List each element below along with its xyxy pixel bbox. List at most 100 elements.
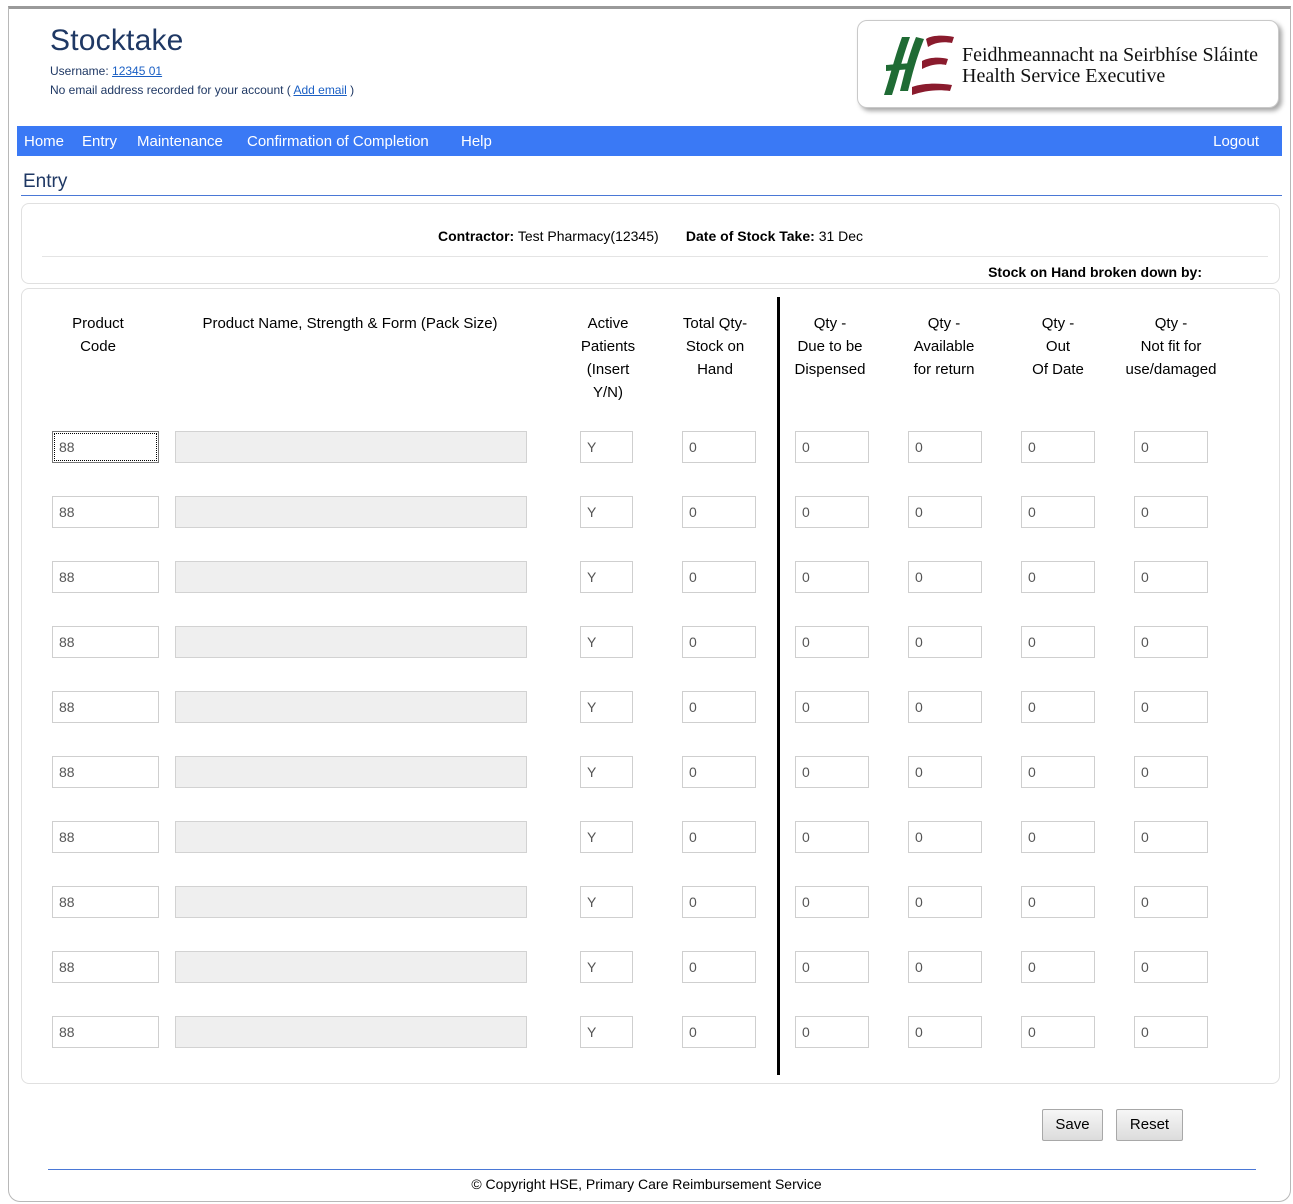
qty-not-fit-input[interactable]: 0 (1134, 886, 1208, 918)
qty-out-of-date-input[interactable]: 0 (1021, 626, 1095, 658)
qty-available-input[interactable]: 0 (908, 691, 982, 723)
active-patients-input[interactable]: Y (580, 561, 633, 593)
qty-due-input[interactable]: 0 (795, 821, 869, 853)
product-name-field (175, 431, 527, 463)
active-patients-input[interactable]: Y (580, 1016, 633, 1048)
column-header-line: (Insert (586, 361, 630, 378)
qty-due-input[interactable]: 0 (795, 496, 869, 528)
qty-not-fit-input[interactable]: 0 (1134, 431, 1208, 463)
product-code-input[interactable]: 88 (52, 821, 159, 853)
qty-due-input[interactable]: 0 (795, 951, 869, 983)
total-qty-input[interactable]: 0 (682, 1016, 756, 1048)
column-header-qty-out-of-date: Qty - Out Of Date (1010, 312, 1106, 381)
product-code-input[interactable]: 88 (52, 951, 159, 983)
qty-available-input[interactable]: 0 (908, 756, 982, 788)
total-qty-input[interactable]: 0 (682, 951, 756, 983)
qty-due-input[interactable]: 0 (795, 431, 869, 463)
total-qty-input[interactable]: 0 (682, 626, 756, 658)
qty-out-of-date-input[interactable]: 0 (1021, 886, 1095, 918)
logo-text: Feidhmeannacht na Seirbhíse Sláinte Heal… (962, 45, 1258, 87)
qty-out-of-date-input[interactable]: 0 (1021, 1016, 1095, 1048)
active-patients-input[interactable]: Y (580, 756, 633, 788)
qty-available-input[interactable]: 0 (908, 886, 982, 918)
product-code-input[interactable]: 88 (52, 626, 159, 658)
product-name-field (175, 756, 527, 788)
add-email-link[interactable]: Add email (293, 83, 346, 97)
qty-available-input[interactable]: 0 (908, 821, 982, 853)
nav-entry[interactable]: Entry (82, 133, 117, 150)
qty-not-fit-input[interactable]: 0 (1134, 951, 1208, 983)
active-patients-input[interactable]: Y (580, 691, 633, 723)
column-header-qty-not-fit: Qty - Not fit for use/damaged (1118, 312, 1224, 381)
nav-help[interactable]: Help (461, 133, 492, 150)
product-code-input[interactable]: 88 (52, 1016, 159, 1048)
column-header-line: Product Name, Strength & Form (Pack Size… (202, 315, 498, 332)
qty-out-of-date-input[interactable]: 0 (1021, 561, 1095, 593)
qty-out-of-date-input[interactable]: 0 (1021, 431, 1095, 463)
qty-out-of-date-input[interactable]: 0 (1021, 756, 1095, 788)
nav-confirmation-of-completion[interactable]: Confirmation of Completion (247, 133, 429, 150)
qty-not-fit-input[interactable]: 0 (1134, 626, 1208, 658)
qty-available-input[interactable]: 0 (908, 496, 982, 528)
product-name-field (175, 886, 527, 918)
nav-logout[interactable]: Logout (1213, 133, 1259, 150)
email-notice-prefix: No email address recorded for your accou… (50, 83, 291, 97)
total-qty-input[interactable]: 0 (682, 431, 756, 463)
column-header-line: Qty - (1041, 315, 1075, 332)
product-code-input[interactable]: 88 (52, 431, 159, 463)
section-title: Entry (23, 171, 68, 192)
nav-home[interactable]: Home (24, 133, 64, 150)
reset-button[interactable]: Reset (1116, 1109, 1183, 1141)
qty-not-fit-input[interactable]: 0 (1134, 756, 1208, 788)
active-patients-input[interactable]: Y (580, 496, 633, 528)
qty-due-input[interactable]: 0 (795, 756, 869, 788)
qty-out-of-date-input[interactable]: 0 (1021, 951, 1095, 983)
qty-out-of-date-input[interactable]: 0 (1021, 691, 1095, 723)
product-code-input[interactable]: 88 (52, 756, 159, 788)
qty-due-input[interactable]: 0 (795, 626, 869, 658)
footer-copyright: © Copyright HSE, Primary Care Reimbursem… (471, 1176, 822, 1192)
qty-due-input[interactable]: 0 (795, 1016, 869, 1048)
qty-not-fit-input[interactable]: 0 (1134, 821, 1208, 853)
stock-on-hand-label: Stock on Hand broken down by: (988, 264, 1202, 280)
column-header-product-name: Product Name, Strength & Form (Pack Size… (170, 312, 530, 335)
active-patients-input[interactable]: Y (580, 626, 633, 658)
column-header-line: Stock on (685, 338, 745, 355)
username-link[interactable]: 12345 01 (112, 64, 162, 78)
qty-due-input[interactable]: 0 (795, 561, 869, 593)
nav-maintenance[interactable]: Maintenance (137, 133, 223, 150)
save-button[interactable]: Save (1042, 1109, 1103, 1141)
qty-available-input[interactable]: 0 (908, 431, 982, 463)
qty-not-fit-input[interactable]: 0 (1134, 691, 1208, 723)
qty-available-input[interactable]: 0 (908, 626, 982, 658)
qty-not-fit-input[interactable]: 0 (1134, 1016, 1208, 1048)
column-header-line: Out (1045, 338, 1071, 355)
total-qty-input[interactable]: 0 (682, 756, 756, 788)
active-patients-input[interactable]: Y (580, 431, 633, 463)
qty-not-fit-input[interactable]: 0 (1134, 496, 1208, 528)
qty-out-of-date-input[interactable]: 0 (1021, 496, 1095, 528)
username-label: Username: (50, 64, 109, 78)
column-header-line: Not fit for (1140, 338, 1202, 355)
qty-due-input[interactable]: 0 (795, 886, 869, 918)
product-code-input[interactable]: 88 (52, 691, 159, 723)
total-qty-input[interactable]: 0 (682, 821, 756, 853)
qty-due-input[interactable]: 0 (795, 691, 869, 723)
total-qty-input[interactable]: 0 (682, 886, 756, 918)
product-code-input[interactable]: 88 (52, 886, 159, 918)
qty-out-of-date-input[interactable]: 0 (1021, 821, 1095, 853)
total-qty-input[interactable]: 0 (682, 496, 756, 528)
qty-available-input[interactable]: 0 (908, 951, 982, 983)
total-qty-input[interactable]: 0 (682, 691, 756, 723)
product-code-input[interactable]: 88 (52, 561, 159, 593)
column-header-line: Qty - (1154, 315, 1188, 332)
qty-available-input[interactable]: 0 (908, 1016, 982, 1048)
column-header-line: Product (72, 315, 124, 332)
qty-not-fit-input[interactable]: 0 (1134, 561, 1208, 593)
active-patients-input[interactable]: Y (580, 821, 633, 853)
qty-available-input[interactable]: 0 (908, 561, 982, 593)
active-patients-input[interactable]: Y (580, 951, 633, 983)
product-code-input[interactable]: 88 (52, 496, 159, 528)
active-patients-input[interactable]: Y (580, 886, 633, 918)
total-qty-input[interactable]: 0 (682, 561, 756, 593)
